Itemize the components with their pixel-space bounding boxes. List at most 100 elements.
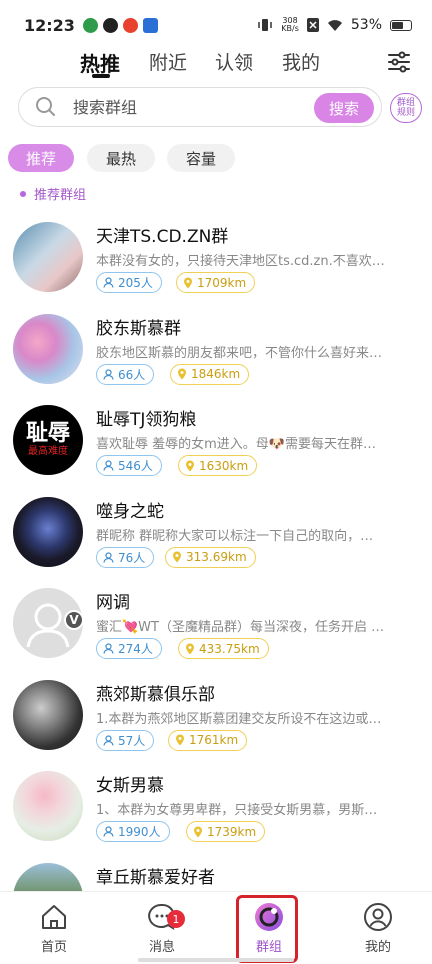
avatar-logo-text: 耻辱 <box>25 421 70 446</box>
tab-claim[interactable]: 认领 <box>215 48 253 75</box>
member-count: 76人 <box>118 550 146 565</box>
filter-capacity[interactable]: 容量 <box>167 144 235 172</box>
location-pin-icon <box>178 368 186 380</box>
avatar <box>13 771 83 841</box>
avatar <box>13 679 83 750</box>
member-count-tag: 57人 <box>96 729 155 751</box>
filter-recommended[interactable]: 推荐 <box>8 144 74 172</box>
wifi-icon <box>327 19 342 31</box>
list-item[interactable]: 女斯男慕 1、本群为女尊男卑群，只接受女斯男慕，男斯… 1990人 1739km <box>0 761 432 853</box>
location-pin-icon <box>194 826 202 837</box>
status-time: 12:23 <box>24 15 75 35</box>
avatar <box>13 222 83 292</box>
person-icon <box>103 551 114 563</box>
list-item[interactable]: 天津TS.CD.ZN群 本群没有女的，只接待天津地区ts.cd.zn.不喜欢… … <box>0 212 432 304</box>
person-icon <box>103 277 114 288</box>
nav-label: 消息 <box>148 940 175 955</box>
battery-icon <box>390 19 412 31</box>
close-box-icon <box>306 18 319 32</box>
avatar <box>13 313 83 384</box>
distance-tag: 1709km <box>176 272 256 293</box>
tab-hot[interactable]: 热推 <box>80 48 120 77</box>
nav-label: 首页 <box>40 940 67 955</box>
group-name: 燕郊斯慕俱乐部 <box>96 684 215 705</box>
nav-profile[interactable]: 我的 <box>348 902 408 955</box>
group-list: 天津TS.CD.ZN群 本群没有女的，只接待天津地区ts.cd.zn.不喜欢… … <box>0 212 432 944</box>
distance: 433.75km <box>199 641 260 656</box>
person-icon <box>103 734 114 746</box>
member-count: 205人 <box>118 276 153 290</box>
nav-messages[interactable]: 消息 1 <box>132 902 192 955</box>
search-bar: 搜索 <box>18 87 382 127</box>
search-icon <box>36 97 55 116</box>
group-name: 女斯男慕 <box>96 776 164 796</box>
member-count-tag: 76人 <box>96 546 155 568</box>
list-item[interactable]: 燕郊斯慕俱乐部 1.本群为燕郊地区斯慕团建交友所设不在这边或… 57人 1761… <box>0 670 432 762</box>
tab-active-indicator <box>92 74 110 78</box>
list-item[interactable]: 耻辱 最高难度 耻辱TJ领狗粮 喜欢耻辱 羞辱的女m进入。母🐶需要每天在群… 5… <box>0 395 432 487</box>
tab-nearby[interactable]: 附近 <box>149 48 187 75</box>
net-speed-unit: KB/s <box>281 24 299 33</box>
member-count: 1990人 <box>118 825 161 839</box>
group-name: 网调 <box>96 593 130 613</box>
profile-icon <box>364 903 392 931</box>
distance: 1761km <box>189 733 239 747</box>
person-icon <box>103 460 114 471</box>
group-description: 蜜汇💘WT（圣魔精品群）每当深夜，任务开启 … <box>96 620 385 635</box>
status-right: 308 KB/s 53% <box>257 17 412 33</box>
status-bar: 12:23 308 KB/s 53% <box>0 0 432 50</box>
distance: 313.69km <box>186 550 247 564</box>
group-description: 群昵称 群昵称大家可以标注一下自己的取向，… <box>96 528 374 544</box>
member-count-tag: 66人 <box>96 363 155 385</box>
group-name: 噬身之蛇 <box>96 501 164 522</box>
nav-label: 我的 <box>364 940 391 955</box>
group-rules-button[interactable]: 群组 规则 <box>390 93 422 123</box>
rules-label-line1: 群组 <box>396 98 415 108</box>
member-count-tag: 205人 <box>96 272 162 293</box>
group-description: 1、本群为女尊男卑群，只接受女斯男慕，男斯… <box>96 803 378 818</box>
distance-tag: 1739km <box>186 821 266 842</box>
avatar-logo-subtext: 最高难度 <box>28 446 68 457</box>
group-description: 胶东地区斯慕的朋友都来吧，不管你什么喜好来… <box>96 345 383 361</box>
distance-tag: 1761km <box>168 729 248 751</box>
member-count: 57人 <box>118 733 146 748</box>
member-count-tag: 546人 <box>96 455 162 476</box>
filter-hottest[interactable]: 最热 <box>87 144 155 172</box>
person-icon <box>103 368 114 380</box>
member-count: 274人 <box>118 642 153 656</box>
person-icon <box>103 643 114 654</box>
list-item[interactable]: 噬身之蛇 群昵称 群昵称大家可以标注一下自己的取向，… 76人 313.69km <box>0 487 432 579</box>
weibo-icon <box>122 17 138 33</box>
avatar: 耻辱 最高难度 <box>13 405 83 475</box>
member-count: 66人 <box>118 367 146 382</box>
location-pin-icon <box>186 643 194 654</box>
group-name: 天津TS.CD.ZN群 <box>96 227 229 247</box>
member-count: 546人 <box>118 459 153 473</box>
location-pin-icon <box>184 277 192 288</box>
group-name: 耻辱TJ领狗粮 <box>96 410 197 430</box>
distance: 1846km <box>191 367 241 381</box>
nav-home[interactable]: 首页 <box>24 902 84 955</box>
member-count-tag: 1990人 <box>96 821 170 842</box>
distance-tag: 1630km <box>178 455 258 476</box>
group-description: 1.本群为燕郊地区斯慕团建交友所设不在这边或… <box>96 711 382 727</box>
section-title-text: 推荐群组 <box>34 188 87 203</box>
group-name: 胶东斯慕群 <box>96 318 181 339</box>
list-item[interactable]: 胶东斯慕群 胶东地区斯慕的朋友都来吧，不管你什么喜好来… 66人 1846km <box>0 304 432 396</box>
member-count-tag: 274人 <box>96 638 162 659</box>
filter-settings-icon[interactable] <box>386 49 412 75</box>
group-description: 本群没有女的，只接待天津地区ts.cd.zn.不喜欢… <box>96 254 385 269</box>
person-icon <box>103 826 114 837</box>
distance: 1709km <box>197 275 247 290</box>
bottom-nav: 首页 消息 1 群组 我的 <box>0 891 432 964</box>
unread-badge: 1 <box>167 910 185 928</box>
net-speed: 308 KB/s <box>281 17 299 33</box>
search-button[interactable]: 搜索 <box>314 93 374 123</box>
app-notification-icon <box>142 17 158 33</box>
distance-tag: 1846km <box>170 363 250 385</box>
battery-percent: 53% <box>350 17 382 33</box>
group-description: 喜欢耻辱 羞辱的女m进入。母🐶需要每天在群… <box>96 437 376 452</box>
notification-icons <box>82 17 158 33</box>
tab-mine[interactable]: 我的 <box>282 48 320 75</box>
verified-badge: V <box>64 610 84 630</box>
